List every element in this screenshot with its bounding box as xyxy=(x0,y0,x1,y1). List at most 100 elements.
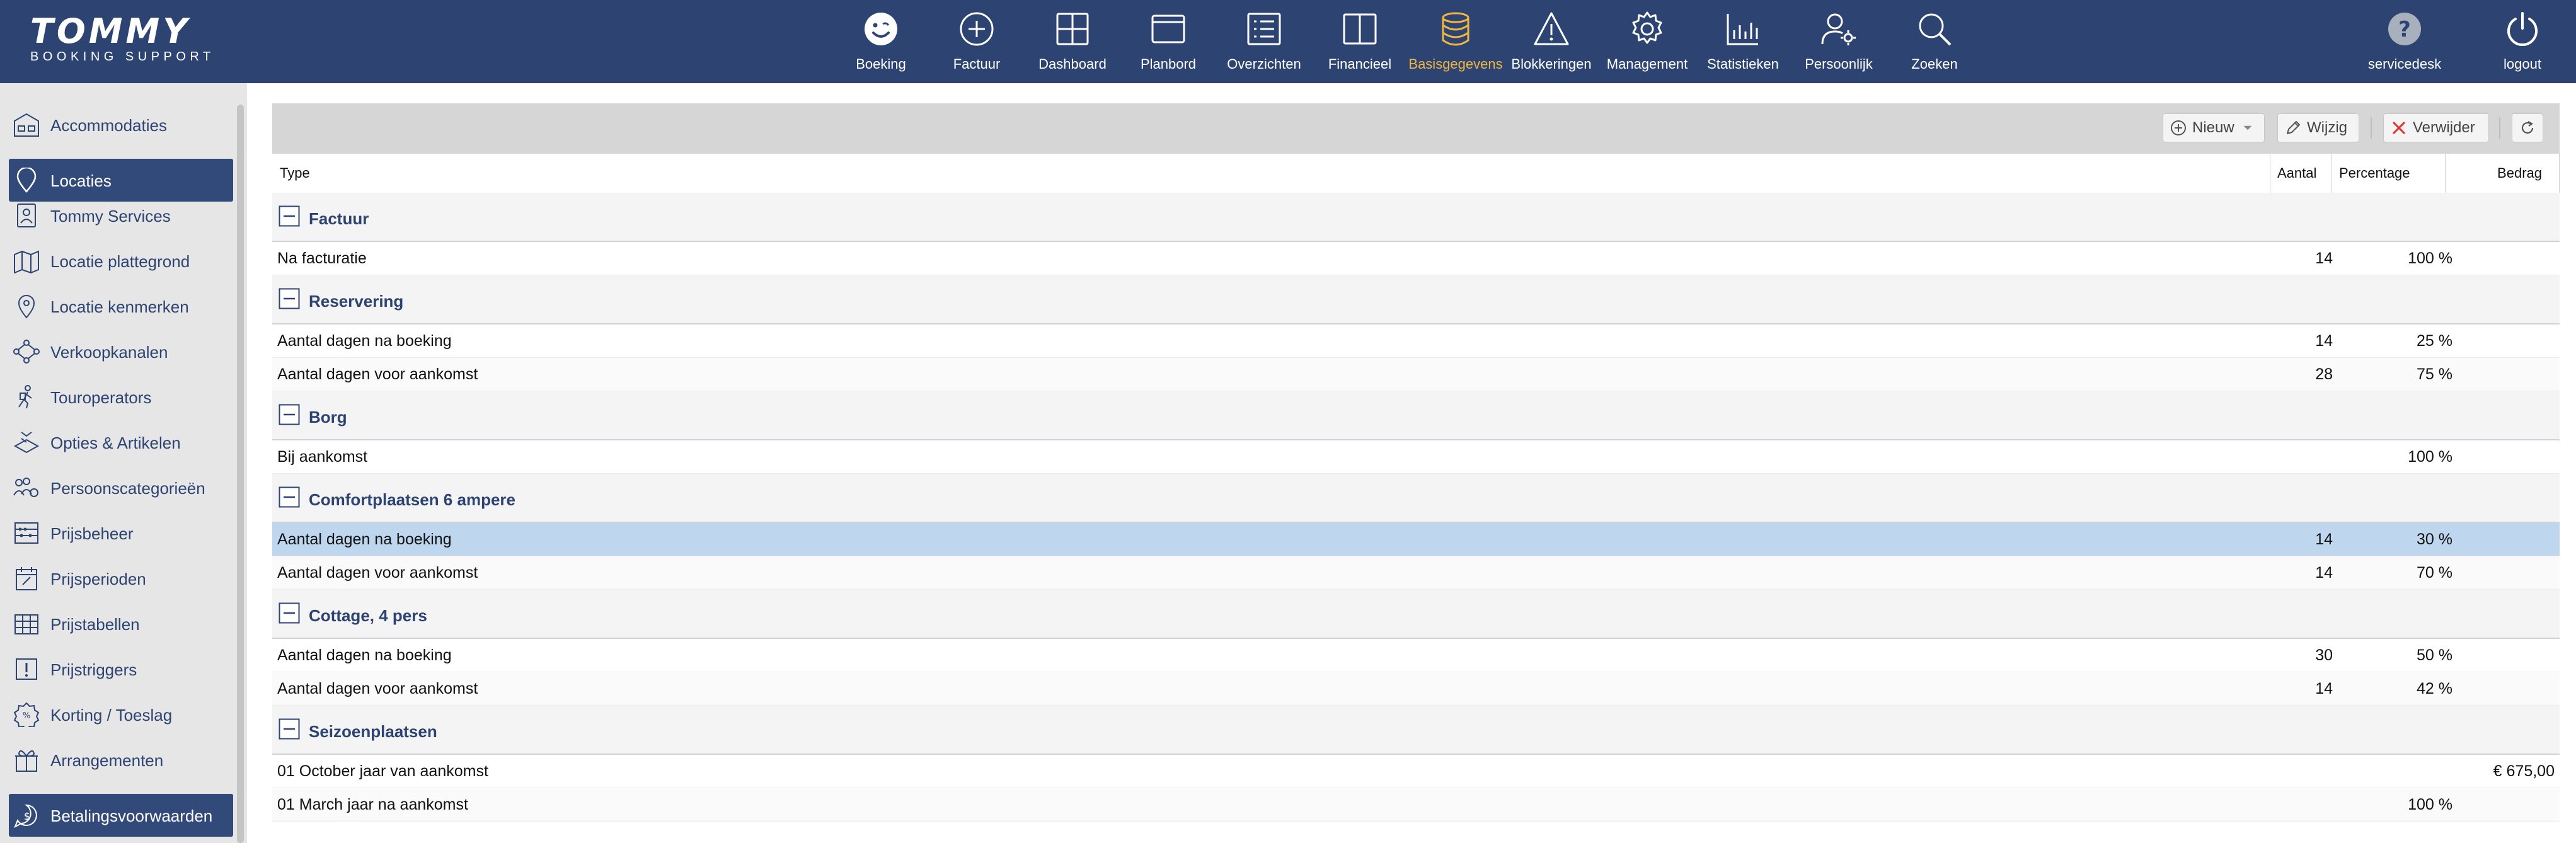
collapse-icon[interactable] xyxy=(279,288,300,309)
cell-percentage: 70 % xyxy=(2417,564,2452,582)
user-settings-icon xyxy=(1821,13,1856,45)
cell-percentage: 100 % xyxy=(2408,249,2452,267)
book-icon xyxy=(1343,13,1377,45)
cell-type: Aantal dagen voor aankomst xyxy=(277,564,478,582)
cell-type: Aantal dagen na boeking xyxy=(277,530,452,548)
nav-overzichten[interactable]: Overzichten xyxy=(1217,0,1311,83)
cell-type: 01 March jaar na aankomst xyxy=(277,796,468,813)
table-row[interactable]: Na facturatie 14 100 % xyxy=(272,242,2560,275)
nav-basisgegevens[interactable]: Basisgegevens xyxy=(1408,0,1503,83)
cell-type: Aantal dagen voor aankomst xyxy=(277,680,478,697)
cell-type: 01 October jaar van aankomst xyxy=(277,762,488,780)
sidebar-item-betalingsvoorwaarden[interactable]: $ Betalingsvoorwaarden xyxy=(9,794,233,837)
map-icon xyxy=(14,250,39,273)
collapse-icon[interactable] xyxy=(279,205,300,227)
nav-boeking[interactable]: Boeking xyxy=(834,0,928,83)
sidebar-item-locatie-plattegrond[interactable]: Locatie plattegrond xyxy=(9,239,233,282)
nav-statistieken[interactable]: Statistieken xyxy=(1696,0,1790,83)
nav-zoeken[interactable]: Zoeken xyxy=(1887,0,1982,83)
table-row[interactable]: Bij aankomst 100 % xyxy=(272,440,2560,474)
cell-aantal xyxy=(2270,440,2333,474)
collapse-icon[interactable] xyxy=(279,602,300,624)
nav-management[interactable]: Management xyxy=(1600,0,1694,83)
traveler-icon xyxy=(18,385,32,409)
cell-bedrag xyxy=(2465,788,2555,822)
table-row[interactable]: Aantal dagen na boeking 14 30 % xyxy=(272,523,2560,556)
delete-button[interactable]: Verwijder xyxy=(2383,113,2489,142)
group-label: Seizoenplaatsen xyxy=(309,722,437,741)
nav-logout[interactable]: logout xyxy=(2475,0,2570,83)
new-button[interactable]: Nieuw xyxy=(2163,113,2265,142)
column-header-aantal[interactable]: Aantal xyxy=(2270,154,2332,193)
nav-dashboard[interactable]: Dashboard xyxy=(1025,0,1120,83)
cell-aantal xyxy=(2270,755,2333,788)
group-row[interactable]: Factuur xyxy=(272,193,2560,242)
id-card-icon xyxy=(17,204,36,227)
sidebar-scrollbar[interactable] xyxy=(237,105,244,843)
svg-text:$: $ xyxy=(24,810,30,822)
sidebar-item-arrangementen[interactable]: Arrangementen xyxy=(9,738,233,781)
edit-button[interactable]: Wijzig xyxy=(2277,113,2359,142)
group-row[interactable]: Borg xyxy=(272,391,2560,440)
sidebar-item-opties-artikelen[interactable]: Opties & Artikelen xyxy=(9,421,233,464)
column-header-type[interactable]: Type xyxy=(272,154,2270,193)
sidebar-item-verkoopkanalen[interactable]: Verkoopkanalen xyxy=(9,330,233,373)
table-row[interactable]: Aantal dagen voor aankomst 14 70 % xyxy=(272,556,2560,590)
sidebar-item-locatie-kenmerken[interactable]: Locatie kenmerken xyxy=(9,285,233,328)
tommy-logo[interactable]: TOMMY BOOKING SUPPORT xyxy=(30,14,238,64)
refresh-icon xyxy=(2521,121,2534,134)
cell-aantal xyxy=(2270,788,2333,822)
column-divider xyxy=(2559,154,2560,193)
nav-servicedesk[interactable]: ? servicedesk xyxy=(2357,0,2452,83)
cell-aantal: 14 xyxy=(2315,249,2333,267)
search-icon xyxy=(1919,13,1952,46)
sidebar-item-persoonscategorieen[interactable]: Persoonscategorieën xyxy=(9,466,233,509)
location-pin-icon xyxy=(16,168,37,193)
nav-planbord[interactable]: Planbord xyxy=(1121,0,1216,83)
nav-financieel[interactable]: Financieel xyxy=(1313,0,1407,83)
table-icon xyxy=(14,614,38,634)
sidebar-item-tommy-services[interactable]: Tommy Services xyxy=(9,194,233,237)
table-row[interactable]: Aantal dagen voor aankomst 14 42 % xyxy=(272,672,2560,706)
cell-type: Aantal dagen voor aankomst xyxy=(277,365,478,383)
nav-factuur[interactable]: Factuur xyxy=(929,0,1024,83)
column-header-bedrag[interactable]: Bedrag xyxy=(2445,154,2560,193)
cell-percentage xyxy=(2339,755,2452,788)
list-icon xyxy=(1247,13,1281,45)
refresh-button[interactable] xyxy=(2512,113,2543,142)
toolbar-divider xyxy=(2371,117,2372,139)
discount-icon: % xyxy=(13,702,40,727)
table-row[interactable]: Aantal dagen na boeking 14 25 % xyxy=(272,324,2560,358)
sidebar-item-label: Betalingsvoorwaarden xyxy=(50,806,213,825)
collapse-icon[interactable] xyxy=(279,718,300,740)
table-row[interactable]: Aantal dagen voor aankomst 28 75 % xyxy=(272,358,2560,391)
cell-bedrag xyxy=(2465,523,2555,556)
calendar-icon xyxy=(16,567,37,590)
table-row[interactable]: 01 March jaar na aankomst 100 % xyxy=(272,788,2560,822)
column-header-percentage[interactable]: Percentage xyxy=(2332,154,2445,193)
warning-icon xyxy=(1534,12,1569,45)
sidebar-item-prijsperioden[interactable]: Prijsperioden xyxy=(9,557,233,600)
table-row[interactable]: Aantal dagen na boeking 30 50 % xyxy=(272,639,2560,672)
group-row[interactable]: Reservering xyxy=(272,275,2560,324)
sidebar-item-korting-toeslag[interactable]: % Korting / Toeslag xyxy=(9,693,233,736)
sidebar-item-accommodaties[interactable]: Accommodaties xyxy=(9,103,233,146)
collapse-icon[interactable] xyxy=(279,486,300,508)
sidebar-item-touroperators[interactable]: Touroperators xyxy=(9,376,233,418)
group-row[interactable]: Cottage, 4 pers xyxy=(272,590,2560,639)
sidebar-item-label: Locatie plattegrond xyxy=(50,252,190,271)
network-icon xyxy=(13,340,40,364)
sidebar-item-prijstabellen[interactable]: Prijstabellen xyxy=(9,602,233,645)
group-label: Comfortplaatsen 6 ampere xyxy=(309,490,515,509)
collapse-icon[interactable] xyxy=(279,404,300,425)
sidebar-item-prijsbeheer[interactable]: Prijsbeheer xyxy=(9,512,233,554)
group-row[interactable]: Seizoenplaatsen xyxy=(272,706,2560,755)
help-icon: ? xyxy=(2388,13,2421,45)
svg-text:?: ? xyxy=(2398,17,2411,42)
nav-blokkeringen[interactable]: Blokkeringen xyxy=(1504,0,1599,83)
sidebar-item-prijstriggers[interactable]: Prijstriggers xyxy=(9,648,233,691)
new-button-label: Nieuw xyxy=(2192,119,2234,136)
table-row[interactable]: 01 October jaar van aankomst € 675,00 xyxy=(272,755,2560,788)
nav-persoonlijk[interactable]: Persoonlijk xyxy=(1791,0,1886,83)
group-row[interactable]: Comfortplaatsen 6 ampere xyxy=(272,474,2560,523)
